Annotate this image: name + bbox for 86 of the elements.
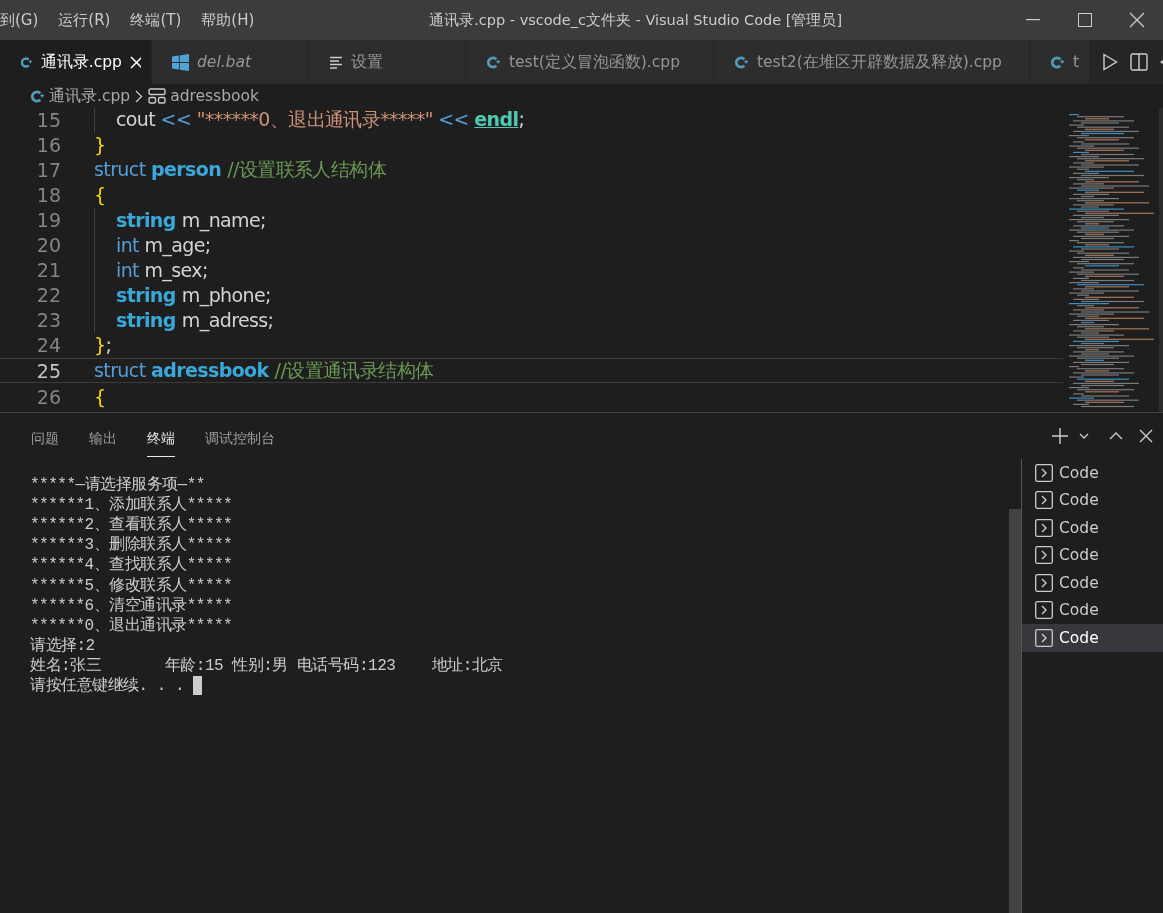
breadcrumb-item[interactable]: 通讯录.cpp (30, 85, 131, 107)
menu-item[interactable]: 帮助(H) (191, 10, 265, 30)
panel-tab[interactable]: 输出 (89, 415, 117, 457)
line-number: 22 (35, 283, 61, 306)
line-number: 24 (35, 333, 61, 356)
menu-item[interactable]: 运行(R) (48, 10, 121, 30)
editor-tab[interactable]: 通讯录.cpp (0, 40, 152, 84)
terminal-icon (1035, 573, 1053, 592)
menu-item[interactable]: 到(G) (0, 10, 49, 30)
editor-tab[interactable]: test(定义冒泡函数).cpp (466, 40, 714, 84)
windows-logo-icon (172, 53, 189, 71)
terminal-line: ******6、清空通讯录***** (30, 595, 233, 616)
panel-tab[interactable]: 问题 (31, 415, 59, 457)
terminal-list-item[interactable]: Code (1022, 569, 1163, 597)
line-number: 18 (35, 183, 61, 206)
chevron-up-icon[interactable] (1109, 432, 1123, 440)
line-number: 26 (35, 385, 61, 408)
code-line: struct person //设置联系人结构体 (94, 156, 386, 182)
scrollbar-thumb[interactable] (1009, 509, 1021, 913)
cpp-file-icon (30, 88, 45, 104)
terminal-list-item[interactable]: Code (1022, 486, 1163, 514)
terminal-line: ******3、删除联系人***** (30, 534, 233, 555)
terminal-icon (1035, 546, 1053, 565)
terminal-line: *****—请选择服务项—** (30, 474, 205, 495)
terminal-list-item[interactable]: Code (1022, 459, 1163, 487)
code-line: } (94, 133, 106, 156)
struct-icon (148, 88, 167, 104)
terminal-list-item[interactable]: Code (1022, 596, 1163, 624)
run-icon[interactable] (1102, 53, 1118, 71)
terminal-cursor (193, 676, 203, 696)
code-line: string m_name; (116, 208, 266, 231)
code-line: struct adressbook //设置通讯录结构体 (94, 357, 434, 383)
terminal-list-item[interactable]: Code (1022, 514, 1163, 542)
code-line: string m_phone; (116, 283, 271, 306)
line-number: 17 (35, 158, 61, 181)
terminal-icon (1035, 463, 1053, 482)
close-icon (1129, 12, 1145, 28)
terminal-icon (1035, 518, 1053, 537)
menu-item[interactable]: 终端(T) (120, 10, 192, 30)
terminal-line: ******1、添加联系人***** (30, 494, 233, 515)
panel-tab[interactable]: 终端 (147, 415, 175, 457)
line-number: 16 (35, 133, 61, 156)
chevron-right-icon (135, 89, 144, 103)
line-number: 19 (35, 208, 61, 231)
editor-tab[interactable]: 设置 (309, 40, 466, 84)
terminal-list-item[interactable]: Code (1022, 541, 1163, 569)
lines-icon (329, 55, 343, 69)
terminal-line: ******0、退出通讯录***** (30, 615, 233, 636)
chevron-down-icon[interactable] (1079, 433, 1089, 439)
minimize-icon (1026, 19, 1040, 21)
editor-tab[interactable]: del.bat (152, 40, 309, 84)
terminal-line: ******2、查看联系人***** (30, 514, 233, 535)
line-number: 21 (35, 258, 61, 281)
cpp-file-icon (1050, 54, 1065, 70)
code-line: string m_adress; (116, 308, 274, 331)
terminal-line: 请按任意键继续. . . (30, 675, 185, 697)
panel-tab[interactable]: 调试控制台 (205, 415, 275, 457)
cpp-file-icon (734, 54, 749, 70)
close-icon[interactable] (1139, 429, 1153, 443)
window-title: 通讯录.cpp - vscode_c文件夹 - Visual Studio Code [管理员] (428, 10, 844, 30)
code-line: { (94, 385, 106, 408)
terminal-icon (1035, 601, 1053, 620)
terminal-icon (1035, 628, 1053, 647)
code-line: { (94, 183, 106, 206)
plus-icon[interactable] (1051, 427, 1069, 445)
line-number: 23 (35, 308, 61, 331)
maximize-icon (1078, 13, 1092, 27)
code-line: int m_sex; (116, 258, 208, 281)
terminal-line: ******5、修改联系人***** (30, 575, 233, 596)
split-editor-icon[interactable] (1130, 53, 1148, 71)
terminal-list-item[interactable]: Code (1022, 624, 1163, 652)
breadcrumb-item[interactable]: adressbook (148, 87, 259, 105)
terminal-line: ******4、查找联系人***** (30, 554, 233, 576)
editor-tab[interactable]: t (1030, 40, 1090, 84)
line-number: 20 (35, 233, 61, 256)
code-line: }; (94, 333, 112, 356)
code-line: cout << "******0、退出通讯录*****" << endl; (116, 108, 525, 132)
terminal-line: 姓名:张三 年龄:15 性别:男 电话号码:123 地址:北京 (30, 655, 503, 676)
cpp-file-icon (486, 54, 501, 70)
editor-tab[interactable]: test2(在堆区开辟数据及释放).cpp (714, 40, 1030, 84)
terminal-icon (1035, 491, 1053, 510)
cpp-file-icon (20, 54, 33, 70)
terminal-line: 请选择:2 (30, 636, 95, 657)
line-number: 15 (35, 108, 61, 131)
line-number: 25 (35, 359, 61, 382)
code-line: int m_age; (116, 233, 211, 256)
